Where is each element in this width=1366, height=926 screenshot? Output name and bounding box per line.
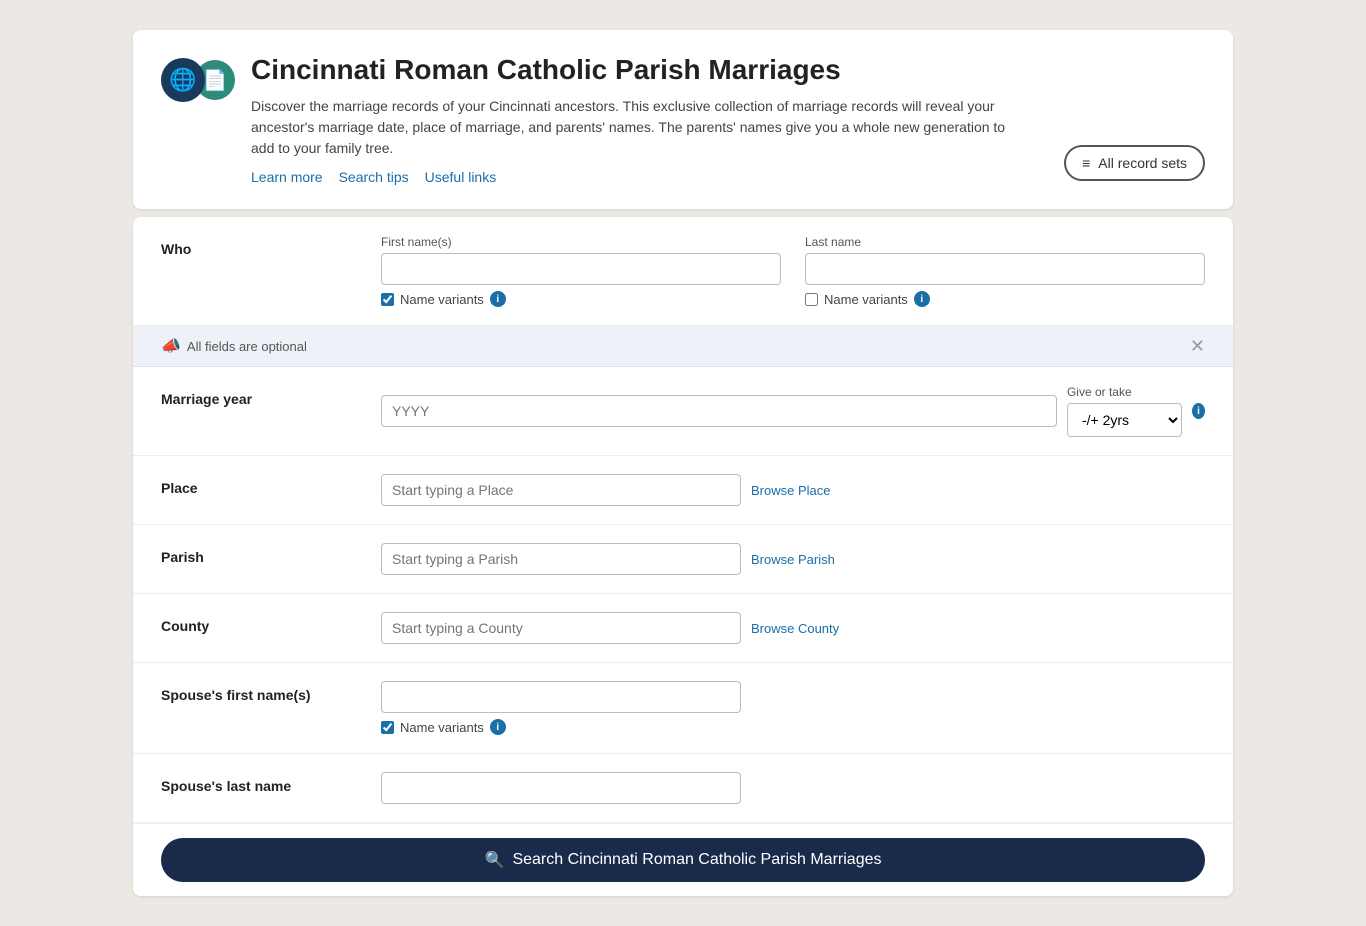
header-card: 🌐 📄 Cincinnati Roman Catholic Parish Mar… xyxy=(133,30,1233,209)
give-take-label: Give or take xyxy=(1067,385,1182,399)
optional-text: All fields are optional xyxy=(187,339,307,354)
first-name-label: First name(s) xyxy=(381,235,781,249)
county-input[interactable] xyxy=(381,612,741,644)
form-card: Who First name(s) Name variants i Last n… xyxy=(133,217,1233,896)
browse-county-link[interactable]: Browse County xyxy=(751,621,839,636)
useful-links-link[interactable]: Useful links xyxy=(425,169,497,185)
globe-icon: 🌐 xyxy=(161,58,205,102)
county-label: County xyxy=(161,612,381,634)
give-take-select[interactable]: -/+ 2yrs -/+ 1yr -/+ 5yrs -/+ 10yrs Exac… xyxy=(1067,403,1182,437)
search-icon: 🔍 xyxy=(485,850,505,870)
who-row: Who First name(s) Name variants i Last n… xyxy=(133,217,1233,326)
optional-banner: 📣 All fields are optional ✕ xyxy=(133,326,1233,367)
spouse-first-name-row: Spouse's first name(s) Name variants i xyxy=(133,663,1233,754)
parish-row: Parish Browse Parish xyxy=(133,525,1233,594)
search-button-row: 🔍 Search Cincinnati Roman Catholic Paris… xyxy=(133,823,1233,896)
learn-more-link[interactable]: Learn more xyxy=(251,169,323,185)
spouse-first-name-info-icon[interactable]: i xyxy=(490,719,506,735)
who-label: Who xyxy=(161,235,381,257)
last-name-info-icon[interactable]: i xyxy=(914,291,930,307)
place-label: Place xyxy=(161,474,381,496)
page-description: Discover the marriage records of your Ci… xyxy=(251,96,1031,159)
last-name-label: Last name xyxy=(805,235,1205,249)
first-name-input[interactable] xyxy=(381,253,781,285)
last-name-variants-checkbox[interactable] xyxy=(805,293,818,306)
search-tips-link[interactable]: Search tips xyxy=(339,169,409,185)
marriage-year-input[interactable] xyxy=(381,395,1057,427)
spouse-last-name-row: Spouse's last name xyxy=(133,754,1233,823)
spouse-first-name-label: Spouse's first name(s) xyxy=(161,681,381,703)
browse-parish-link[interactable]: Browse Parish xyxy=(751,552,835,567)
marriage-year-info-icon[interactable]: i xyxy=(1192,403,1205,419)
browse-place-link[interactable]: Browse Place xyxy=(751,483,830,498)
marriage-year-label: Marriage year xyxy=(161,385,381,407)
close-optional-banner-button[interactable]: ✕ xyxy=(1190,337,1205,355)
all-record-sets-label: All record sets xyxy=(1098,155,1187,171)
megaphone-icon: 📣 xyxy=(161,336,181,356)
parish-input[interactable] xyxy=(381,543,741,575)
all-record-sets-button[interactable]: ≡ All record sets xyxy=(1064,145,1205,181)
search-button-label: Search Cincinnati Roman Catholic Parish … xyxy=(512,851,881,869)
place-row: Place Browse Place xyxy=(133,456,1233,525)
search-button[interactable]: 🔍 Search Cincinnati Roman Catholic Paris… xyxy=(161,838,1205,882)
spouse-first-name-input[interactable] xyxy=(381,681,741,713)
place-input[interactable] xyxy=(381,474,741,506)
spouse-last-name-label: Spouse's last name xyxy=(161,772,381,794)
spouse-first-name-variants-checkbox[interactable] xyxy=(381,721,394,734)
county-row: County Browse County xyxy=(133,594,1233,663)
last-name-input[interactable] xyxy=(805,253,1205,285)
first-name-variants-label: Name variants xyxy=(400,292,484,307)
list-icon: ≡ xyxy=(1082,155,1090,171)
spouse-last-name-input[interactable] xyxy=(381,772,741,804)
first-name-variants-checkbox[interactable] xyxy=(381,293,394,306)
first-name-info-icon[interactable]: i xyxy=(490,291,506,307)
spouse-first-name-variants-label: Name variants xyxy=(400,720,484,735)
page-title: Cincinnati Roman Catholic Parish Marriag… xyxy=(251,54,1205,86)
last-name-variants-label: Name variants xyxy=(824,292,908,307)
marriage-year-row: Marriage year Give or take -/+ 2yrs -/+ … xyxy=(133,367,1233,456)
header-icons: 🌐 📄 xyxy=(161,58,235,102)
parish-label: Parish xyxy=(161,543,381,565)
